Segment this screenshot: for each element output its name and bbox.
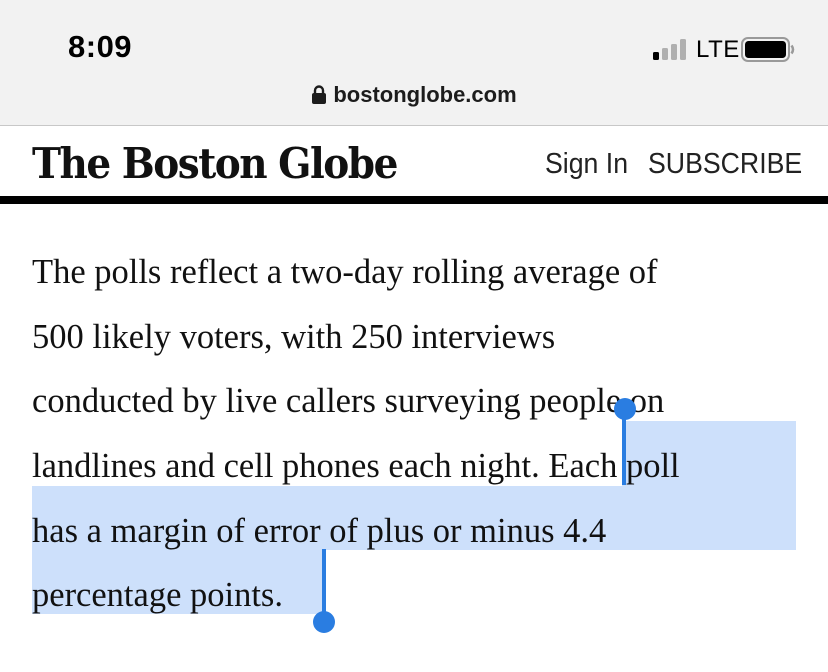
article-line: The polls reflect a two-day rolling aver…: [32, 253, 658, 291]
address-bar[interactable]: bostonglobe.com: [0, 82, 828, 108]
site-logo[interactable]: The Boston Globe: [32, 139, 398, 189]
browser-chrome: 8:09 LTE bostonglobe.com: [0, 0, 828, 126]
article-line: landlines and cell phones each night. Ea…: [32, 434, 822, 499]
signal-strength-icon: [653, 38, 689, 60]
url-text: bostonglobe.com: [333, 82, 517, 107]
selection-end-handle[interactable]: [313, 611, 335, 633]
article-line: has a margin of error of plus or minus 4…: [32, 511, 607, 550]
header-divider: [0, 196, 828, 204]
sign-in-link[interactable]: Sign In: [545, 148, 628, 181]
article-line: conducted by live callers surveying peop…: [32, 382, 665, 421]
selection-end-handle-bar[interactable]: [322, 549, 326, 614]
article-line: percentage points.: [32, 576, 283, 615]
subscribe-link[interactable]: SUBSCRIBE: [648, 148, 802, 181]
article-line: 500 likely voters, with 250 interviews: [32, 317, 556, 356]
status-time: 8:09: [68, 29, 133, 64]
selection-start-handle-bar[interactable]: [622, 410, 626, 485]
selected-text: Each poll: [548, 447, 680, 486]
battery-icon: [741, 37, 795, 62]
selection-start-handle[interactable]: [614, 398, 636, 420]
lock-icon: [312, 85, 327, 104]
article-line-text: landlines and cell phones each night.: [32, 447, 540, 486]
network-type: LTE: [696, 36, 740, 63]
article-paragraph: The polls reflect a two-day rolling aver…: [32, 240, 822, 628]
